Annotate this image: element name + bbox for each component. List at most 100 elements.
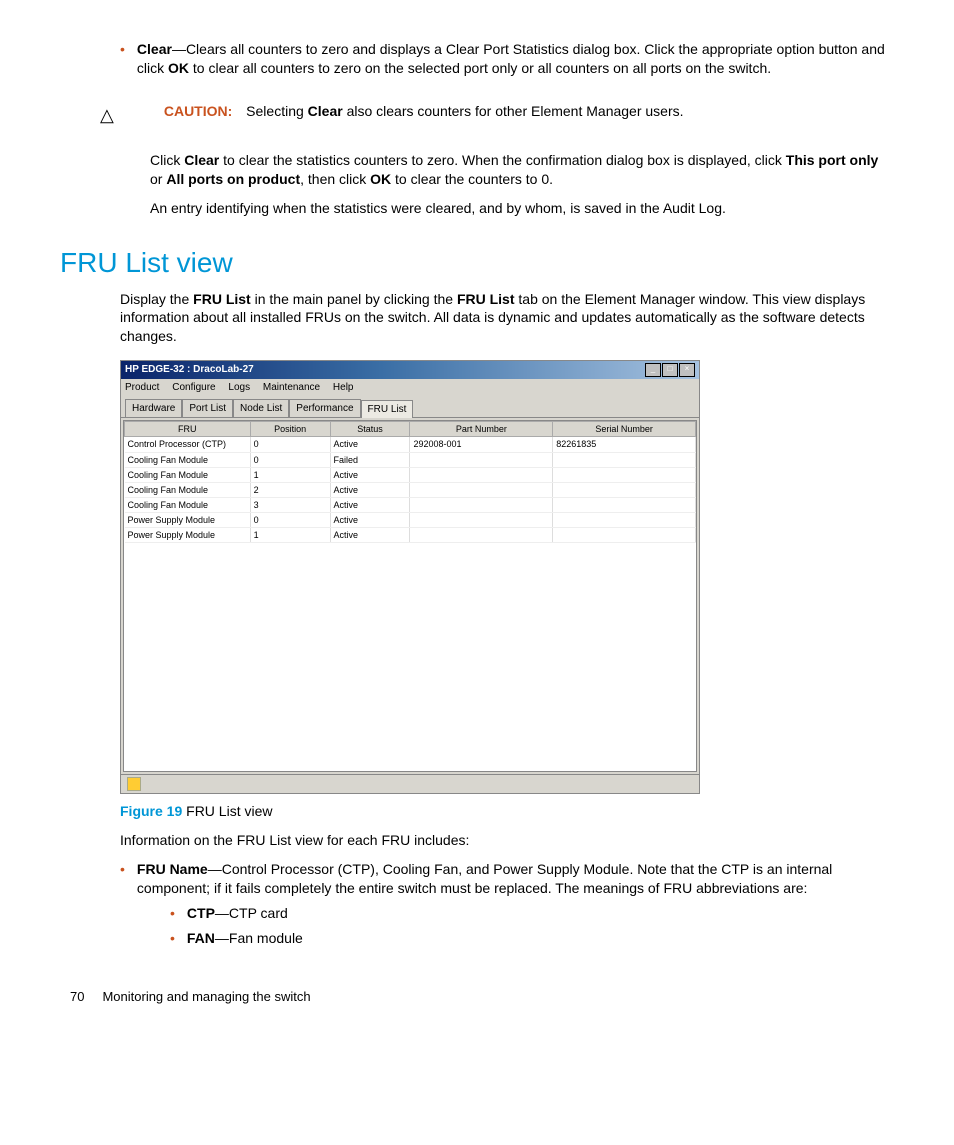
table-cell xyxy=(553,528,696,543)
sub-bullet: •CTP—CTP card xyxy=(170,904,894,923)
table-cell: Failed xyxy=(330,452,410,467)
chapter-title: Monitoring and managing the switch xyxy=(102,988,310,1006)
table-cell xyxy=(553,513,696,528)
table-cell xyxy=(410,482,553,497)
figure-label: Figure 19 xyxy=(120,803,182,819)
table-row[interactable]: Power Supply Module0Active xyxy=(125,513,696,528)
table-cell: 0 xyxy=(250,452,330,467)
table-cell: Control Processor (CTP) xyxy=(125,437,251,452)
table-cell: 3 xyxy=(250,497,330,512)
table-cell: Cooling Fan Module xyxy=(125,467,251,482)
caution-t1: Selecting xyxy=(246,103,307,119)
caution-text: CAUTION: Selecting Clear also clears cou… xyxy=(164,102,684,121)
col-serialnumber[interactable]: Serial Number xyxy=(553,422,696,437)
bullet-clear-text: Clear—Clears all counters to zero and di… xyxy=(137,40,894,78)
table-cell xyxy=(410,467,553,482)
menu-bar: Product Configure Logs Maintenance Help xyxy=(121,379,699,397)
table-cell: Cooling Fan Module xyxy=(125,452,251,467)
table-cell xyxy=(410,497,553,512)
grid-area: FRU Position Status Part Number Serial N… xyxy=(123,420,697,772)
bullet-clear: • Clear—Clears all counters to zero and … xyxy=(120,40,894,78)
close-icon[interactable]: × xyxy=(679,363,695,377)
bullet-fru-name: • FRU Name—Control Processor (CTP), Cool… xyxy=(120,860,894,898)
caution-label: CAUTION: xyxy=(164,103,232,119)
menu-maintenance[interactable]: Maintenance xyxy=(263,382,320,393)
col-position[interactable]: Position xyxy=(250,422,330,437)
tab-nodelist[interactable]: Node List xyxy=(233,399,289,418)
table-cell xyxy=(553,452,696,467)
menu-configure[interactable]: Configure xyxy=(172,382,215,393)
table-header-row: FRU Position Status Part Number Serial N… xyxy=(125,422,696,437)
maximize-icon[interactable]: □ xyxy=(662,363,678,377)
tab-frulist[interactable]: FRU List xyxy=(361,400,414,419)
table-cell: 2 xyxy=(250,482,330,497)
warning-icon[interactable] xyxy=(127,777,141,791)
bullet-icon: • xyxy=(120,860,125,898)
menu-logs[interactable]: Logs xyxy=(228,382,250,393)
caution-icon: △ xyxy=(100,103,114,127)
figure-text: FRU List view xyxy=(182,803,272,819)
table-row[interactable]: Control Processor (CTP)0Active292008-001… xyxy=(125,437,696,452)
window-controls: _ □ × xyxy=(645,363,695,377)
page-number: 70 xyxy=(70,988,84,1006)
window-titlebar: HP EDGE-32 : DracoLab-27 _ □ × xyxy=(121,361,699,379)
table-cell: Cooling Fan Module xyxy=(125,497,251,512)
fru-name-text: FRU Name—Control Processor (CTP), Coolin… xyxy=(137,860,894,898)
screenshot: HP EDGE-32 : DracoLab-27 _ □ × Product C… xyxy=(120,360,700,794)
table-row[interactable]: Power Supply Module1Active xyxy=(125,528,696,543)
table-row[interactable]: Cooling Fan Module0Failed xyxy=(125,452,696,467)
clear-label: Clear xyxy=(137,41,172,57)
table-cell: 0 xyxy=(250,513,330,528)
table-cell xyxy=(553,497,696,512)
table-cell: Active xyxy=(330,513,410,528)
clear-ok: OK xyxy=(168,60,189,76)
clear-t2: to clear all counters to zero on the sel… xyxy=(189,60,771,76)
caution-t2: also clears counters for other Element M… xyxy=(343,103,684,119)
table-row[interactable]: Cooling Fan Module2Active xyxy=(125,482,696,497)
table-cell xyxy=(410,513,553,528)
table-cell: Active xyxy=(330,437,410,452)
menu-help[interactable]: Help xyxy=(333,382,354,393)
table-cell: Active xyxy=(330,482,410,497)
table-cell: 0 xyxy=(250,437,330,452)
tab-performance[interactable]: Performance xyxy=(289,399,360,418)
sub-bullet: •FAN—Fan module xyxy=(170,929,894,948)
para-audit-log: An entry identifying when the statistics… xyxy=(150,199,894,218)
table-cell xyxy=(553,467,696,482)
table-cell: 292008-001 xyxy=(410,437,553,452)
figure-caption: Figure 19 FRU List view xyxy=(120,802,894,821)
table-cell xyxy=(410,528,553,543)
caution-block: △ CAUTION: Selecting Clear also clears c… xyxy=(100,102,894,127)
table-cell: Power Supply Module xyxy=(125,513,251,528)
table-cell: Active xyxy=(330,497,410,512)
page-footer: 70 Monitoring and managing the switch xyxy=(70,988,894,1006)
col-fru[interactable]: FRU xyxy=(125,422,251,437)
table-cell: Active xyxy=(330,528,410,543)
table-cell xyxy=(410,452,553,467)
fru-table: FRU Position Status Part Number Serial N… xyxy=(124,421,696,543)
para-click-clear: Click Clear to clear the statistics coun… xyxy=(150,151,894,189)
table-cell: 1 xyxy=(250,467,330,482)
bullet-icon: • xyxy=(170,929,175,948)
bullet-icon: • xyxy=(120,40,125,78)
caution-bold: Clear xyxy=(308,103,343,119)
table-cell: 1 xyxy=(250,528,330,543)
section-heading: FRU List view xyxy=(60,244,894,282)
status-bar xyxy=(121,774,699,793)
bullet-icon: • xyxy=(170,904,175,923)
table-cell: Power Supply Module xyxy=(125,528,251,543)
table-cell: 82261835 xyxy=(553,437,696,452)
table-row[interactable]: Cooling Fan Module1Active xyxy=(125,467,696,482)
intro-paragraph: Display the FRU List in the main panel b… xyxy=(120,290,894,347)
table-row[interactable]: Cooling Fan Module3Active xyxy=(125,497,696,512)
menu-product[interactable]: Product xyxy=(125,382,159,393)
minimize-icon[interactable]: _ xyxy=(645,363,661,377)
table-cell: Cooling Fan Module xyxy=(125,482,251,497)
tab-hardware[interactable]: Hardware xyxy=(125,399,182,418)
col-partnumber[interactable]: Part Number xyxy=(410,422,553,437)
tab-portlist[interactable]: Port List xyxy=(182,399,233,418)
table-cell xyxy=(553,482,696,497)
tab-bar: Hardware Port List Node List Performance… xyxy=(121,397,699,419)
table-cell: Active xyxy=(330,467,410,482)
col-status[interactable]: Status xyxy=(330,422,410,437)
